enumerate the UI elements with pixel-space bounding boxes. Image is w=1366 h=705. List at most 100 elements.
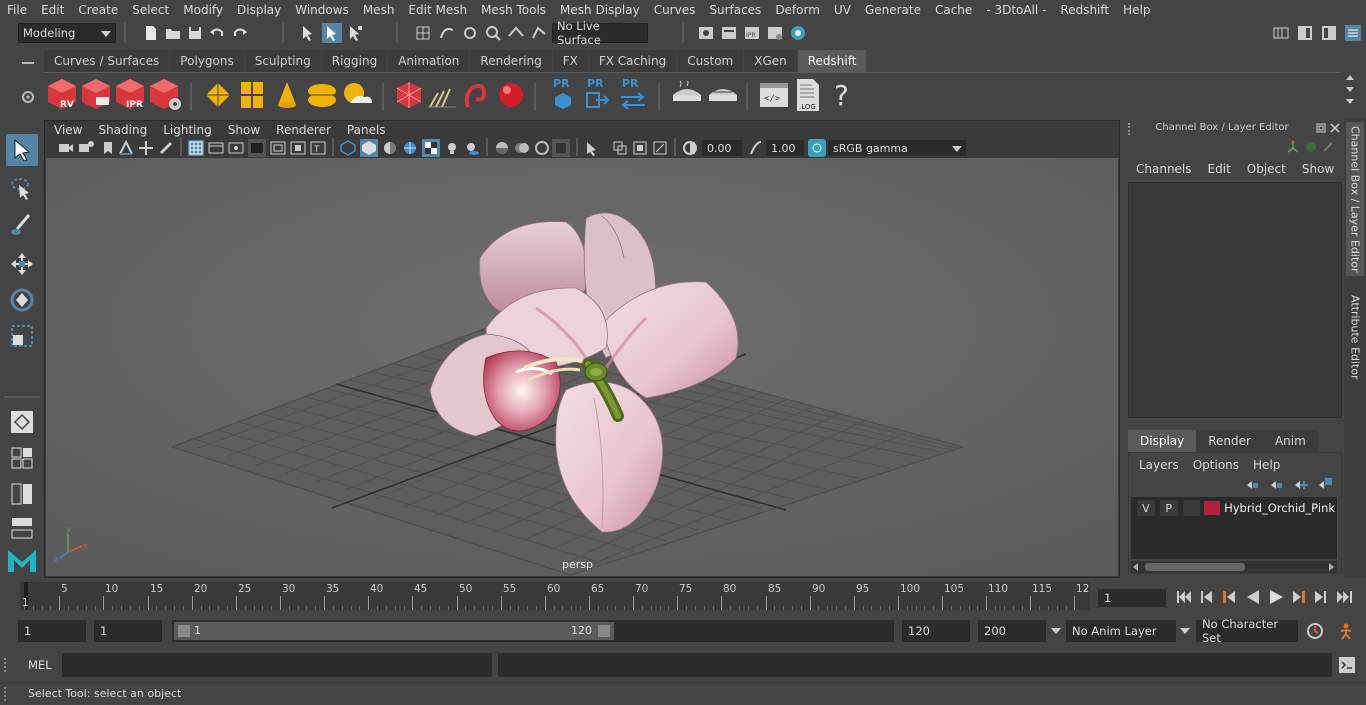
rs-hair-icon[interactable]: [462, 79, 492, 111]
layer-tab-render[interactable]: Render: [1196, 430, 1263, 452]
pen-icon[interactable]: [1322, 141, 1334, 153]
layer-row[interactable]: V P Hybrid_Orchid_Pink: [1133, 499, 1335, 517]
redshift-settings-icon[interactable]: [148, 77, 182, 111]
four-pane-layout[interactable]: [6, 442, 38, 474]
menu-help[interactable]: Help: [1116, 3, 1157, 17]
motion-blur-icon[interactable]: [514, 140, 530, 156]
command-drag-handle[interactable]: [4, 658, 10, 672]
anim-layer-select[interactable]: No Anim Layer: [1066, 620, 1176, 642]
live-surface-field[interactable]: No Live Surface: [552, 19, 648, 47]
two-d-pan-zoom-icon[interactable]: [138, 140, 154, 156]
move-tool[interactable]: [6, 248, 38, 280]
menu-mesh-tools[interactable]: Mesh Tools: [474, 3, 553, 17]
menu-uv[interactable]: UV: [827, 3, 858, 17]
new-scene-icon[interactable]: [142, 24, 160, 42]
move-layer-down-icon[interactable]: [1269, 479, 1283, 491]
shelf-scroll-up-icon[interactable]: [1346, 75, 1354, 80]
help-drag-handle[interactable]: [4, 687, 10, 701]
menu-cache[interactable]: Cache: [928, 3, 979, 17]
camera-attributes-icon[interactable]: [78, 140, 94, 156]
pr-proxy-import-icon[interactable]: PR: [584, 75, 612, 113]
wireframe-icon[interactable]: [340, 140, 356, 156]
float-panel-icon[interactable]: [1316, 123, 1326, 133]
menu-modify[interactable]: Modify: [176, 3, 230, 17]
axis-display-icon[interactable]: [1286, 140, 1300, 154]
make-live-icon[interactable]: [530, 24, 548, 42]
viewport-menu-shading[interactable]: Shading: [90, 123, 155, 137]
rs-volume-icon[interactable]: [428, 83, 458, 111]
auto-key-icon[interactable]: [1306, 622, 1324, 640]
menu-3dtoall[interactable]: - 3DtoAll -: [979, 3, 1053, 17]
menu-edit-mesh[interactable]: Edit Mesh: [401, 3, 474, 17]
layer-scroll-thumb[interactable]: [1145, 563, 1245, 571]
exposure-field[interactable]: 0.00: [702, 140, 742, 156]
anim-end-field[interactable]: 200: [978, 620, 1046, 642]
shelf-menu-icon[interactable]: [22, 62, 34, 64]
playback-end-field[interactable]: 120: [902, 620, 970, 642]
menu-create[interactable]: Create: [71, 3, 125, 17]
menu-edit[interactable]: Edit: [34, 3, 71, 17]
rs-portal-light-icon[interactable]: [238, 79, 266, 111]
options-menu[interactable]: Options: [1193, 458, 1239, 472]
use-all-lights-icon[interactable]: [444, 140, 460, 156]
menu-curves[interactable]: Curves: [647, 3, 703, 17]
play-forward-icon[interactable]: [1268, 589, 1284, 605]
snap-point-icon[interactable]: [461, 24, 479, 42]
hypershade-icon[interactable]: [789, 24, 807, 42]
color-management-icon[interactable]: [808, 139, 826, 157]
step-back-icon[interactable]: [1200, 590, 1214, 604]
xray-icon[interactable]: [612, 140, 628, 156]
ipr-render-icon[interactable]: IPR: [743, 24, 761, 42]
pr-proxy-swap-icon[interactable]: PR: [618, 75, 648, 113]
redshift-render-view-icon[interactable]: RV: [46, 77, 78, 111]
gate-mask-icon[interactable]: [248, 139, 266, 157]
channel-box-toggle-icon[interactable]: [1344, 24, 1362, 42]
toggle-panel-icon[interactable]: [1296, 24, 1314, 42]
open-scene-icon[interactable]: [164, 24, 182, 42]
rs-material-icon[interactable]: [496, 79, 526, 111]
shelf-tab-xgen[interactable]: XGen: [744, 50, 797, 72]
current-frame-field[interactable]: 1: [1098, 589, 1166, 607]
workspace-icon[interactable]: [1272, 24, 1290, 42]
undo-icon[interactable]: [208, 24, 226, 42]
gear-icon[interactable]: [21, 90, 35, 104]
anti-aliasing-icon[interactable]: [534, 140, 550, 156]
scroll-left-icon[interactable]: [1133, 563, 1138, 571]
redo-icon[interactable]: [231, 24, 249, 42]
playback-start-field[interactable]: 1: [94, 620, 162, 642]
channels-menu[interactable]: Channels: [1136, 162, 1192, 176]
screen-space-ao-icon[interactable]: [494, 140, 510, 156]
viewport-3d[interactable]: y x z persp: [46, 158, 1118, 576]
layer-tab-anim[interactable]: Anim: [1262, 430, 1318, 452]
channel-list[interactable]: [1128, 182, 1342, 418]
menu-display[interactable]: Display: [230, 3, 288, 17]
select-component-icon[interactable]: [346, 24, 364, 42]
paint-select-tool[interactable]: [6, 210, 38, 242]
layer-help-menu[interactable]: Help: [1253, 458, 1280, 472]
menu-generate[interactable]: Generate: [858, 3, 928, 17]
pr-proxy-export-icon[interactable]: PR: [550, 75, 576, 113]
anim-start-field[interactable]: 1: [18, 620, 86, 642]
persp-outliner-layout[interactable]: [6, 512, 38, 544]
isolate-select-icon[interactable]: [584, 140, 600, 156]
xray-components-icon[interactable]: [652, 140, 668, 156]
layer-scrollbar[interactable]: [1131, 561, 1337, 573]
grease-pencil-icon[interactable]: [158, 140, 174, 156]
step-back-key-icon[interactable]: [1222, 590, 1236, 604]
scroll-right-icon[interactable]: [1329, 563, 1334, 571]
viewport-menu-panels[interactable]: Panels: [339, 123, 394, 137]
menu-deform[interactable]: Deform: [768, 3, 827, 17]
move-layer-up-icon[interactable]: [1245, 479, 1259, 491]
menu-mesh-display[interactable]: Mesh Display: [553, 3, 647, 17]
channel-edit-menu[interactable]: Edit: [1208, 162, 1231, 176]
shelf-tab-polygons[interactable]: Polygons: [170, 50, 244, 72]
script-editor-icon[interactable]: [1338, 656, 1356, 674]
exposure-icon[interactable]: [682, 140, 698, 156]
view-transform-select[interactable]: sRGB gamma: [828, 140, 966, 156]
layer-type-toggle[interactable]: [1182, 500, 1201, 516]
go-to-end-icon[interactable]: [1336, 590, 1354, 604]
safe-title-icon[interactable]: T: [310, 140, 326, 156]
rotate-tool[interactable]: [6, 284, 38, 316]
select-tool[interactable]: [6, 134, 38, 166]
film-gate-icon[interactable]: [208, 140, 224, 156]
